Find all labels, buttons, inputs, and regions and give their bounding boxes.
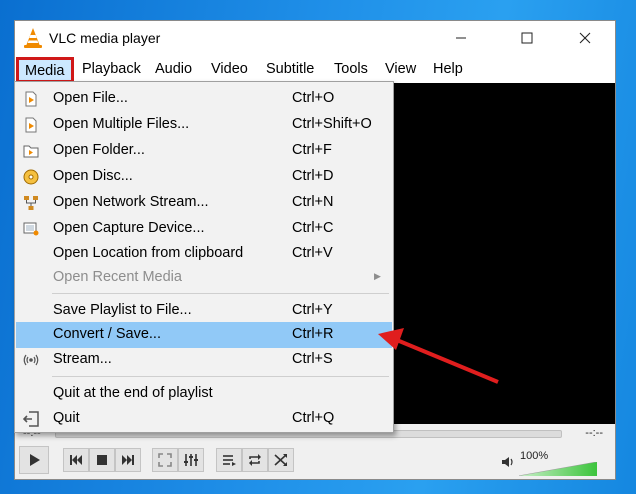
annotation-arrow (378, 328, 499, 384)
